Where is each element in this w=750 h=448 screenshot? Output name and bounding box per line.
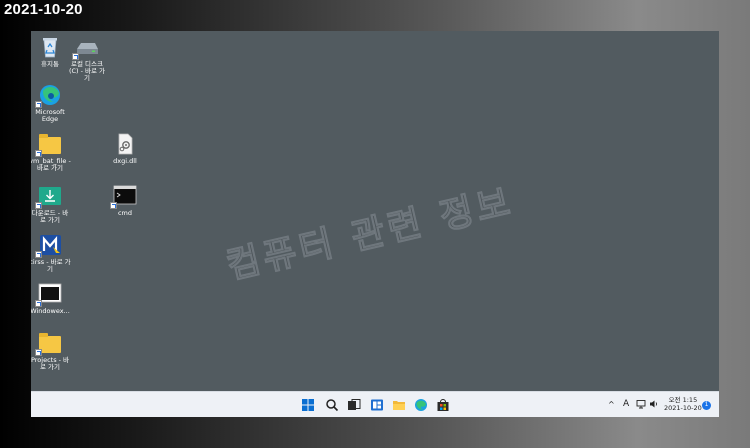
search-icon[interactable] (325, 398, 339, 412)
shortcut-arrow-icon (35, 251, 42, 258)
desktop-icon-cmd[interactable]: cmd (104, 184, 146, 217)
network-icon[interactable] (636, 399, 646, 409)
widgets-icon[interactable] (370, 398, 384, 412)
shortcut-arrow-icon (35, 349, 42, 356)
clock-time: 오전 1:15 (668, 396, 698, 404)
file-explorer-icon[interactable] (392, 398, 406, 412)
folder-icon (39, 333, 61, 353)
desktop-icon-dxgi-dll[interactable]: dxgi.dll (104, 132, 146, 165)
desktop-icon-edge[interactable]: Microsoft Edge (31, 83, 71, 123)
desktop-icon-label: 로컬 디스크 (C) - 바로 가기 (68, 60, 106, 82)
desktop-icon-label: Microsoft Edge (35, 108, 65, 123)
recycle-bin-icon (43, 38, 57, 58)
system-clock[interactable]: 오전 1:15 2021-10-20 (664, 396, 702, 412)
clock-date: 2021-10-20 (664, 404, 702, 412)
shortcut-arrow-icon (72, 53, 79, 60)
shortcut-arrow-icon (110, 202, 117, 209)
desktop[interactable]: 휴지통 로컬 디스크 (C) - 바로 가기 Microsoft Edge vm… (31, 31, 719, 391)
desktop-icon-recycle-bin[interactable]: 휴지통 (31, 35, 71, 68)
desktop-icon-projects[interactable]: Projects - 바로 가기 (31, 331, 71, 371)
store-icon[interactable] (436, 398, 450, 412)
desktop-icon-vm-bat-file[interactable]: vm_bat_file - 바로 가기 (31, 132, 71, 172)
desktop-icon-downloads[interactable]: 다운로드 - 바로 가기 (31, 184, 71, 224)
dll-file-icon (118, 133, 133, 155)
watermark-text: 컴퓨터 관련 정보 (222, 181, 518, 288)
desktop-icon-local-disk[interactable]: 로컬 디스크 (C) - 바로 가기 (66, 35, 108, 82)
notification-badge[interactable]: 1 (702, 401, 711, 410)
shortcut-arrow-icon (35, 150, 42, 157)
desktop-icon-cirss[interactable]: cirss - 바로 가기 (31, 233, 71, 273)
desktop-icon-label: 휴지통 (41, 60, 59, 68)
task-view-icon[interactable] (347, 398, 361, 412)
ime-indicator[interactable]: A (623, 399, 629, 409)
desktop-icon-label: cirss - 바로 가기 (31, 258, 71, 273)
folder-icon (39, 134, 61, 154)
desktop-icon-label: 다운로드 - 바로 가기 (31, 209, 69, 224)
desktop-icon-label: dxgi.dll (113, 157, 137, 165)
shortcut-arrow-icon (35, 202, 42, 209)
taskbar: ^ A 오전 1:15 2021-10-20 1 (31, 391, 719, 417)
volume-icon[interactable] (649, 399, 659, 409)
desktop-icon-label: cmd (117, 209, 133, 217)
start-icon[interactable] (301, 398, 315, 412)
desktop-icon-windowex[interactable]: Windowex... (31, 282, 71, 315)
desktop-icon-label: vm_bat_file - 바로 가기 (31, 157, 71, 172)
shortcut-arrow-icon (35, 101, 42, 108)
desktop-icon-label: Windowex... (31, 307, 70, 315)
desktop-icon-label: Projects - 바로 가기 (31, 356, 70, 371)
tray-overflow-chevron-icon[interactable]: ^ (608, 400, 615, 409)
windows-screen: 휴지통 로컬 디스크 (C) - 바로 가기 Microsoft Edge vm… (31, 31, 719, 417)
date-stamp: 2021-10-20 (4, 1, 83, 18)
edge-icon[interactable] (414, 398, 428, 412)
shortcut-arrow-icon (35, 300, 42, 307)
